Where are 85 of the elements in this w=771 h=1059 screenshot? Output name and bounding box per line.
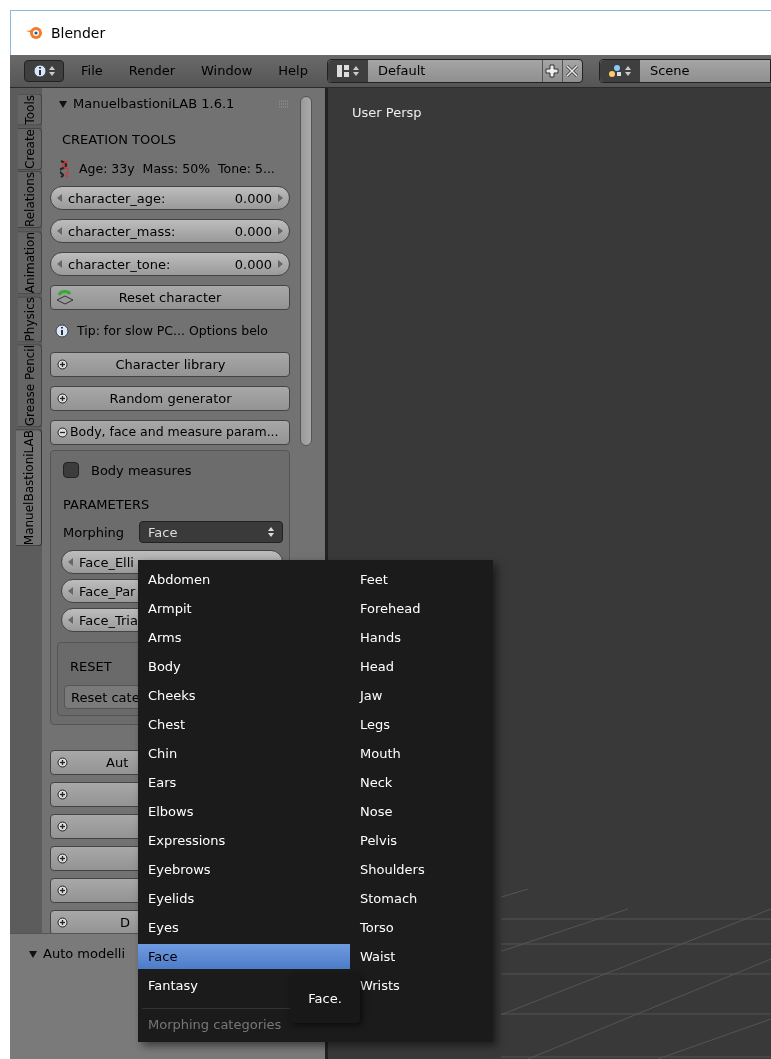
left-arrow-icon[interactable] [68, 616, 73, 625]
collapse-triangle-icon[interactable] [28, 948, 38, 959]
layout-name: Default [376, 62, 427, 81]
section-toggle[interactable]: Body, face and measure param... [50, 420, 290, 446]
left-arrow-icon[interactable] [68, 558, 73, 567]
menu-option[interactable]: Torso [350, 915, 493, 940]
menu-option[interactable]: Chest [138, 712, 350, 737]
up-down-arrows-icon [268, 526, 274, 539]
menu-option[interactable]: Legs [350, 712, 493, 737]
layout-selector[interactable]: Default [326, 59, 583, 83]
number-field[interactable]: character_age: 0.000 [50, 186, 290, 211]
up-down-arrows-icon [353, 65, 360, 77]
tip-text: Tip: for slow PC... Options belo [77, 321, 268, 340]
vertical-tab[interactable]: Tools [18, 94, 42, 126]
section-toggle[interactable]: Random generator [50, 386, 290, 412]
menu-option[interactable]: Elbows [138, 799, 350, 824]
checkbox-label: Body measures [91, 461, 192, 480]
morphing-label: Morphing [62, 523, 126, 542]
info-icon [55, 324, 69, 339]
scene-name: Scene [648, 62, 690, 81]
left-arrow-icon[interactable] [57, 194, 62, 203]
checkbox[interactable] [63, 462, 79, 479]
app-logo [25, 25, 43, 41]
menu-option[interactable]: Cheeks [138, 683, 350, 708]
up-down-arrows-icon [625, 65, 632, 77]
vertical-tab[interactable]: Create [18, 127, 42, 170]
menu-option[interactable]: Hands [350, 625, 493, 650]
menu-option[interactable]: Shoulders [350, 857, 493, 882]
menu-option[interactable]: Arms [138, 625, 350, 650]
menu-option[interactable]: Eyes [138, 915, 350, 940]
parameters-heading: PARAMETERS [62, 496, 151, 514]
left-arrow-icon[interactable] [68, 587, 73, 596]
menu-option[interactable]: Face [138, 944, 350, 969]
scene-selector[interactable]: Scene [598, 59, 771, 83]
section-heading: CREATION TOOLS [61, 130, 177, 148]
panel-title[interactable]: ManuelbastioniLAB 1.6.1 [73, 94, 235, 114]
right-arrow-icon[interactable] [278, 260, 283, 269]
menu-option[interactable]: Feet [350, 567, 493, 592]
menu-option[interactable]: Expressions [138, 828, 350, 853]
scene-icon [608, 64, 623, 78]
menu-option[interactable]: Pelvis [350, 828, 493, 853]
menu-option[interactable]: Neck [350, 770, 493, 795]
add-icon[interactable] [541, 60, 562, 82]
menu-option[interactable]: Mouth [350, 741, 493, 766]
menu-option[interactable]: Abdomen [138, 567, 350, 592]
morphing-dropdown[interactable]: Face [139, 521, 283, 544]
editor-type-button[interactable] [24, 60, 64, 82]
menu-option[interactable]: Head [350, 654, 493, 679]
left-arrow-icon[interactable] [57, 227, 62, 236]
window-title: Blender [51, 23, 106, 43]
layout-icon [336, 64, 351, 78]
scrollbar[interactable] [300, 96, 312, 446]
right-arrow-icon[interactable] [278, 227, 283, 236]
menu-option[interactable]: Jaw [350, 683, 493, 708]
number-field[interactable]: character_tone: 0.000 [50, 252, 290, 277]
vertical-tab[interactable]: Grease Pencil [18, 344, 42, 428]
viewport-label: User Persp [352, 105, 422, 120]
menu-option[interactable]: Eyebrows [138, 857, 350, 882]
menu-option[interactable]: Forehead [350, 596, 493, 621]
vertical-tab[interactable]: ManuelBastioniLAB [16, 429, 42, 547]
tooltip: Face. [290, 975, 360, 1023]
menu-option[interactable]: Waist [350, 944, 493, 969]
character-summary: Age: 33y Mass: 50% Tone: 5... [79, 159, 275, 178]
menu-option[interactable]: Body [138, 654, 350, 679]
menu-option[interactable]: Chin [138, 741, 350, 766]
reset-character-button[interactable]: Reset character [50, 285, 290, 311]
vertical-tab[interactable]: Relations [18, 171, 42, 229]
reset-icon [55, 288, 75, 307]
menu-option[interactable]: Eyelids [138, 886, 350, 911]
left-arrow-icon[interactable] [57, 260, 62, 269]
vertical-tab[interactable]: Animation [18, 230, 42, 294]
menu-option[interactable]: Ears [138, 770, 350, 795]
section-title[interactable]: Auto modelli [43, 944, 126, 964]
menu-option[interactable]: Nose [350, 799, 493, 824]
menu-option[interactable]: Stomach [350, 886, 493, 911]
reset-heading: RESET [70, 658, 112, 676]
right-arrow-icon[interactable] [278, 194, 283, 203]
vertical-tab[interactable]: Physics [18, 295, 42, 343]
number-field[interactable]: character_mass: 0.000 [50, 219, 290, 244]
info-icon [33, 64, 47, 78]
up-down-arrows-icon [49, 65, 55, 77]
menu-option[interactable]: Armpit [138, 596, 350, 621]
section-toggle[interactable]: Character library [50, 352, 290, 378]
collapse-triangle-icon[interactable] [58, 98, 68, 109]
dna-icon [60, 159, 69, 178]
